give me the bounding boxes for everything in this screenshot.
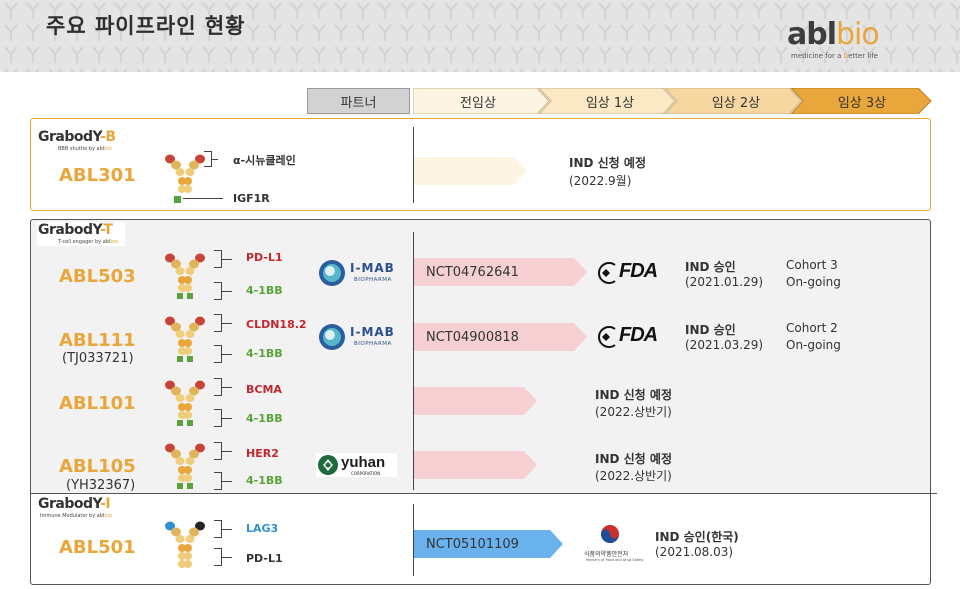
grabody-b-subtitle: BBB shuttle by ablbio bbox=[58, 146, 112, 152]
target-cldn18-2: CLDN18.2 bbox=[246, 318, 307, 331]
status-date-abl105: (2022.상반기) bbox=[595, 469, 672, 483]
target-bcma: BCMA bbox=[246, 383, 282, 396]
antibody-icon-abl111 bbox=[165, 316, 205, 362]
drug-abl101: ABL101 bbox=[59, 393, 136, 414]
grabody-i-logo: GrabodY-I bbox=[38, 496, 111, 512]
header-banner: 주요 파이프라인 현황 ablbio medicine for a better… bbox=[0, 0, 960, 72]
status-date-abl503: (2021.01.29) bbox=[685, 275, 764, 289]
stage-preclinical: 전임상 bbox=[460, 95, 496, 111]
mfds-logo: 식품의약품안전처 Ministry of Food and Drug Safet… bbox=[582, 524, 644, 566]
status-abl111: IND 승인 bbox=[685, 323, 736, 337]
grabody-t-logo: GrabodY-T bbox=[38, 222, 113, 238]
target-line-bottom bbox=[183, 198, 223, 199]
target-lag3: LAG3 bbox=[246, 522, 279, 535]
progress-arrow-abl105 bbox=[414, 451, 537, 479]
stage-phase2: 임상 2상 bbox=[711, 95, 761, 111]
grabody-b-logo: GrabodY-B bbox=[38, 129, 116, 145]
status-abl503: IND 승인 bbox=[685, 260, 736, 274]
bracket-tick bbox=[212, 159, 218, 160]
drug-abl105: ABL105 bbox=[59, 456, 136, 477]
status-abl501: IND 승인(한국) bbox=[655, 530, 739, 544]
section-divider bbox=[31, 493, 937, 494]
stage-phase3: 임상 3상 bbox=[837, 95, 887, 111]
antibody-icon-abl503 bbox=[165, 253, 205, 299]
progress-arrow-abl101 bbox=[414, 387, 537, 415]
status-abl105: IND 신청 예정 bbox=[595, 452, 672, 466]
stage-partner-header: 파트너 bbox=[307, 88, 410, 114]
i-mab-logo: I-MAB BIOPHARMA bbox=[317, 322, 397, 352]
status-abl301: IND 신청 예정 bbox=[569, 156, 646, 170]
bracket-top bbox=[204, 151, 212, 167]
target-4-1bb: 4-1BB bbox=[246, 284, 283, 297]
yuhan-logo: yuhan CORPORATION bbox=[316, 453, 397, 477]
trial-id-abl111: NCT04900818 bbox=[426, 330, 519, 345]
stage-phase1: 임상 1상 bbox=[585, 95, 635, 111]
target-pd-l1: PD-L1 bbox=[246, 251, 283, 264]
ablbio-logo: ablbio medicine for a better life bbox=[787, 17, 880, 61]
drug-abl111: ABL111 bbox=[59, 330, 136, 351]
page-title: 주요 파이프라인 현황 bbox=[46, 14, 246, 38]
grabody-i-subtitle: Immune Modulator by ablbio bbox=[40, 513, 113, 519]
target-4-1bb: 4-1BB bbox=[246, 474, 283, 487]
grabody-t-subtitle: T-cell engager by ablbio bbox=[58, 239, 118, 245]
status-date-abl111: (2021.03.29) bbox=[685, 338, 764, 352]
antibody-icon-abl501 bbox=[165, 521, 205, 568]
target-4-1bb: 4-1BB bbox=[246, 412, 283, 425]
target-her2: HER2 bbox=[246, 447, 279, 460]
cohort-abl111: Cohort 2 On-going bbox=[786, 321, 841, 352]
status-date-abl101: (2022.상반기) bbox=[595, 405, 672, 419]
drug-code-abl105: (YH32367) bbox=[66, 478, 136, 493]
i-mab-logo: I-MAB BIOPHARMA bbox=[317, 258, 397, 288]
target-pd-l1: PD-L1 bbox=[246, 552, 283, 565]
status-abl101: IND 신청 예정 bbox=[595, 388, 672, 402]
drug-abl501: ABL501 bbox=[59, 537, 136, 558]
antibody-icon-abl105 bbox=[165, 443, 205, 489]
cohort-abl503: Cohort 3 On-going bbox=[786, 258, 841, 289]
antibody-icon-abl101 bbox=[165, 380, 205, 426]
target-igf1r: IGF1R bbox=[233, 192, 270, 205]
target-4-1bb: 4-1BB bbox=[246, 347, 283, 360]
drug-code-abl111: (TJ033721) bbox=[62, 351, 134, 366]
target-alpha-synuclein: α-시뉴클레인 bbox=[233, 154, 296, 167]
fda-logo: FDA bbox=[596, 259, 670, 287]
drug-abl301: ABL301 bbox=[59, 165, 136, 186]
trial-id-abl503: NCT04762641 bbox=[426, 265, 519, 280]
progress-arrow-abl301 bbox=[414, 157, 527, 185]
drug-abl503: ABL503 bbox=[59, 266, 136, 287]
fda-logo: FDA bbox=[596, 323, 670, 351]
trial-id-abl501: NCT05101109 bbox=[426, 537, 519, 552]
status-date-abl501: (2021.08.03) bbox=[655, 545, 734, 559]
status-date-abl301: (2022.9월) bbox=[569, 174, 632, 188]
